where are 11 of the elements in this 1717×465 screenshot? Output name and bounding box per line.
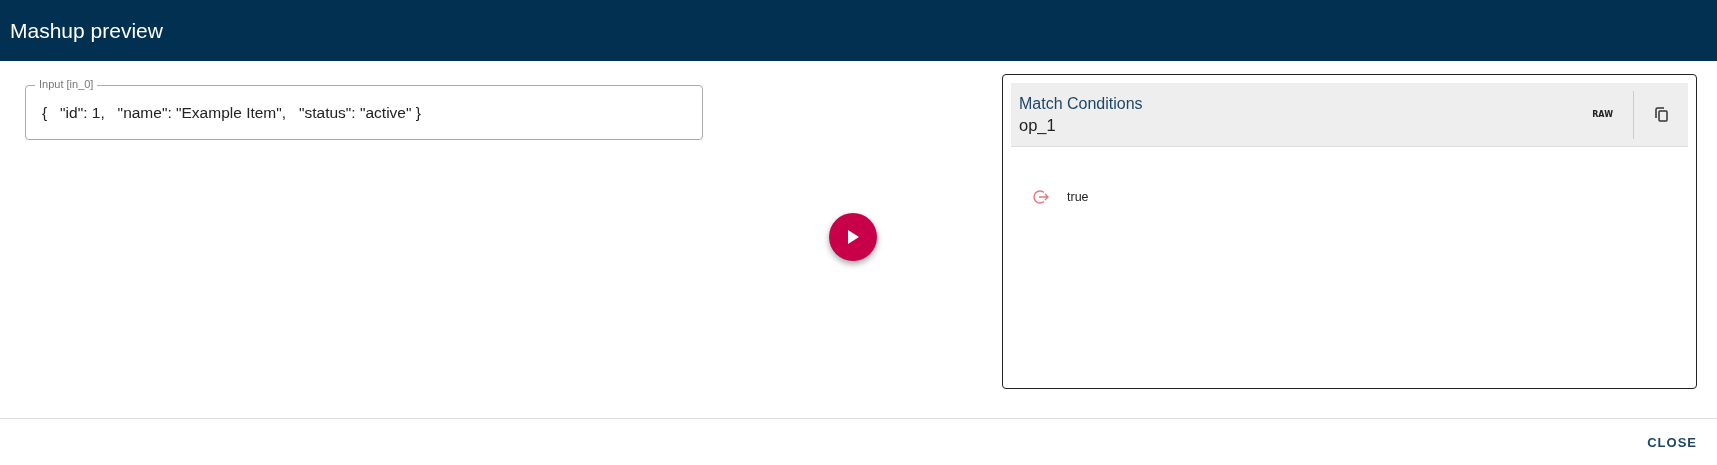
raw-toggle[interactable]: RAW <box>1572 110 1633 119</box>
window-title: Mashup preview <box>10 18 163 43</box>
close-button[interactable]: CLOSE <box>1639 426 1705 458</box>
result-value: true <box>1067 190 1089 204</box>
play-button[interactable] <box>828 213 877 261</box>
operator-name: op_1 <box>1019 115 1057 135</box>
panel-title: Match Conditions <box>1019 94 1144 113</box>
copy-icon[interactable] <box>1654 107 1668 122</box>
play-icon <box>846 230 859 244</box>
field-label: Input [in_0] <box>35 78 98 90</box>
exit-icon <box>1033 189 1049 205</box>
